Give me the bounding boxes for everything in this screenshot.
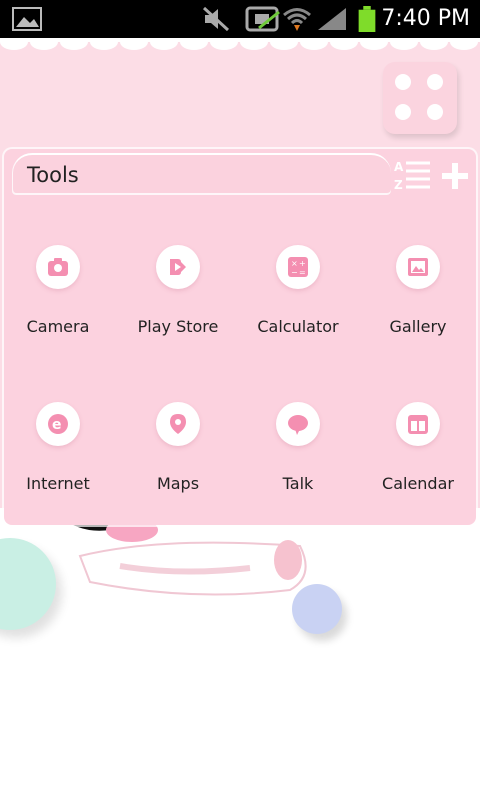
app-play-store[interactable]: Play Store bbox=[118, 245, 238, 365]
app-camera[interactable]: Camera bbox=[0, 245, 118, 365]
app-label: Internet bbox=[26, 474, 90, 493]
talk-icon bbox=[276, 402, 320, 446]
svg-text:e: e bbox=[52, 417, 62, 433]
app-label: Calendar bbox=[382, 474, 454, 493]
bunny-character-decoration bbox=[60, 516, 307, 596]
mini-play-store-icon bbox=[427, 74, 443, 90]
app-label: Maps bbox=[156, 474, 200, 493]
app-maps[interactable]: Maps bbox=[118, 402, 238, 522]
app-label: Camera bbox=[26, 317, 90, 336]
mini-gallery-icon bbox=[427, 104, 443, 120]
gallery-icon bbox=[396, 245, 440, 289]
play-store-icon bbox=[156, 245, 200, 289]
status-bar: 7:40 PM bbox=[0, 0, 480, 38]
no-sim-icon bbox=[245, 6, 280, 32]
svg-text:×: × bbox=[291, 259, 298, 268]
svg-text:A: A bbox=[394, 160, 404, 174]
signal-icon bbox=[318, 8, 346, 30]
app-label: Play Store bbox=[137, 317, 219, 336]
svg-text:+: + bbox=[299, 259, 306, 268]
app-label: Gallery bbox=[389, 317, 447, 336]
svg-text:=: = bbox=[299, 268, 306, 277]
app-gallery[interactable]: Gallery bbox=[358, 245, 478, 365]
svg-text:Z: Z bbox=[394, 178, 403, 192]
sort-az-icon[interactable]: A Z bbox=[392, 157, 432, 193]
battery-icon bbox=[358, 6, 376, 32]
status-time: 7:40 PM bbox=[381, 6, 470, 31]
mini-calculator-icon bbox=[395, 104, 411, 120]
maps-icon bbox=[156, 402, 200, 446]
app-calculator[interactable]: × + − = Calculator bbox=[238, 245, 358, 365]
calendar-icon bbox=[396, 402, 440, 446]
app-internet[interactable]: e Internet bbox=[0, 402, 118, 522]
app-calendar[interactable]: Calendar bbox=[358, 402, 478, 522]
folder-mini-widget[interactable] bbox=[383, 62, 457, 134]
internet-icon: e bbox=[36, 402, 80, 446]
folder-name-text: Tools bbox=[27, 163, 79, 187]
app-label: Calculator bbox=[257, 317, 339, 336]
app-label: Talk bbox=[282, 474, 314, 493]
wifi-icon bbox=[283, 8, 311, 31]
add-app-icon[interactable] bbox=[440, 161, 470, 191]
gallery-notification-icon[interactable] bbox=[12, 7, 42, 31]
lace-border bbox=[0, 38, 480, 50]
calculator-icon: × + − = bbox=[276, 245, 320, 289]
mini-camera-icon bbox=[395, 74, 411, 90]
folder-name-input[interactable]: Tools bbox=[12, 153, 391, 195]
svg-text:−: − bbox=[291, 268, 298, 277]
app-talk[interactable]: Talk bbox=[238, 402, 358, 522]
mute-icon bbox=[202, 6, 230, 32]
camera-icon bbox=[36, 245, 80, 289]
folder-panel: Tools A Z Camera Play Store × + − = Calc… bbox=[4, 149, 476, 525]
